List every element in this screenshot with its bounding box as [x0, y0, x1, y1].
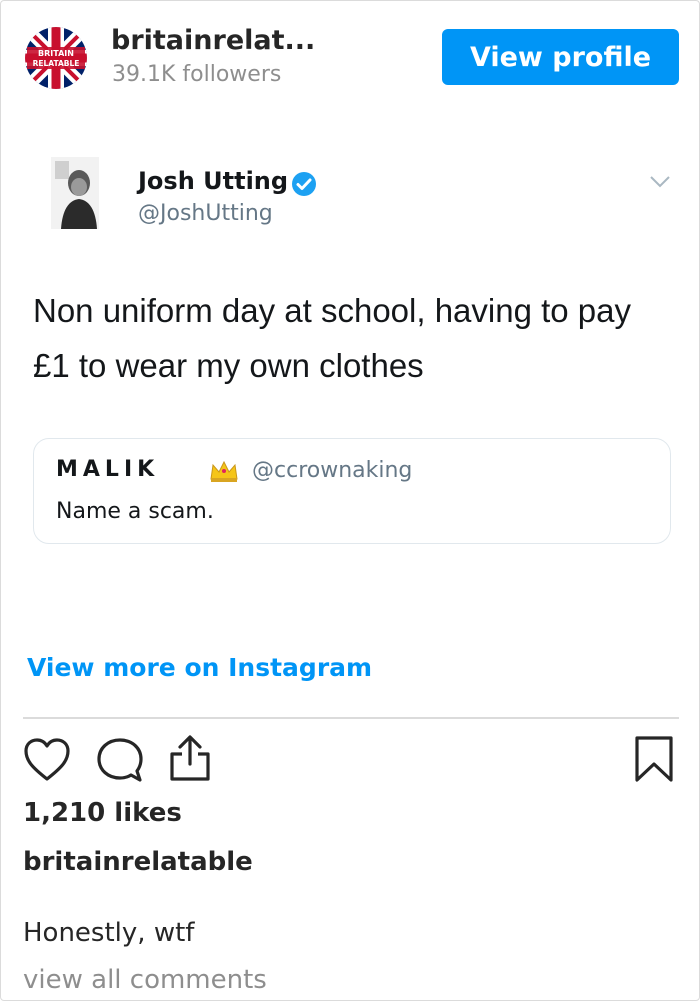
quoted-tweet: MALIK @ccrownaking Name a scam.	[33, 438, 671, 544]
heart-icon[interactable]	[23, 737, 71, 783]
caption-username[interactable]: britainrelatable	[23, 847, 253, 877]
verified-badge-icon	[292, 172, 316, 196]
follower-count: 39.1K followers	[112, 62, 282, 87]
divider	[23, 717, 679, 719]
instagram-embed-card: BRITAIN RELATABLE britainrelat... 39.1K …	[0, 0, 700, 1001]
view-profile-button[interactable]: View profile	[442, 29, 679, 85]
tweet-author-name: Josh Utting	[138, 167, 289, 195]
like-count[interactable]: 1,210 likes	[23, 798, 182, 828]
union-jack-icon: BRITAIN RELATABLE	[25, 27, 87, 89]
caption-text: Honestly, wtf	[23, 918, 195, 948]
post-header: BRITAIN RELATABLE britainrelat... 39.1K …	[1, 1, 699, 111]
avatar-text-bottom: RELATABLE	[33, 59, 80, 68]
comment-icon[interactable]	[97, 737, 143, 783]
avatar-text-top: BRITAIN	[38, 49, 74, 58]
tweet-author-avatar	[47, 157, 103, 229]
quoted-tweet-text: Name a scam.	[56, 499, 214, 524]
view-more-link[interactable]: View more on Instagram	[27, 653, 372, 682]
view-all-comments-link[interactable]: view all comments	[23, 965, 267, 995]
tweet-author-handle: @JoshUtting	[138, 201, 273, 226]
tweet-screenshot: Josh Utting @JoshUtting Non uniform day …	[1, 141, 699, 621]
account-name[interactable]: britainrelat...	[111, 25, 315, 56]
quoted-tweet-name: MALIK	[56, 457, 160, 482]
chevron-down-icon	[650, 176, 670, 188]
share-icon[interactable]	[167, 734, 213, 782]
tweet-text: Non uniform day at school, having to pay…	[33, 292, 632, 384]
account-avatar[interactable]: BRITAIN RELATABLE	[25, 27, 87, 89]
quoted-tweet-handle: @ccrownaking	[252, 458, 413, 483]
bookmark-icon[interactable]	[633, 735, 675, 783]
crown-icon	[210, 460, 238, 482]
